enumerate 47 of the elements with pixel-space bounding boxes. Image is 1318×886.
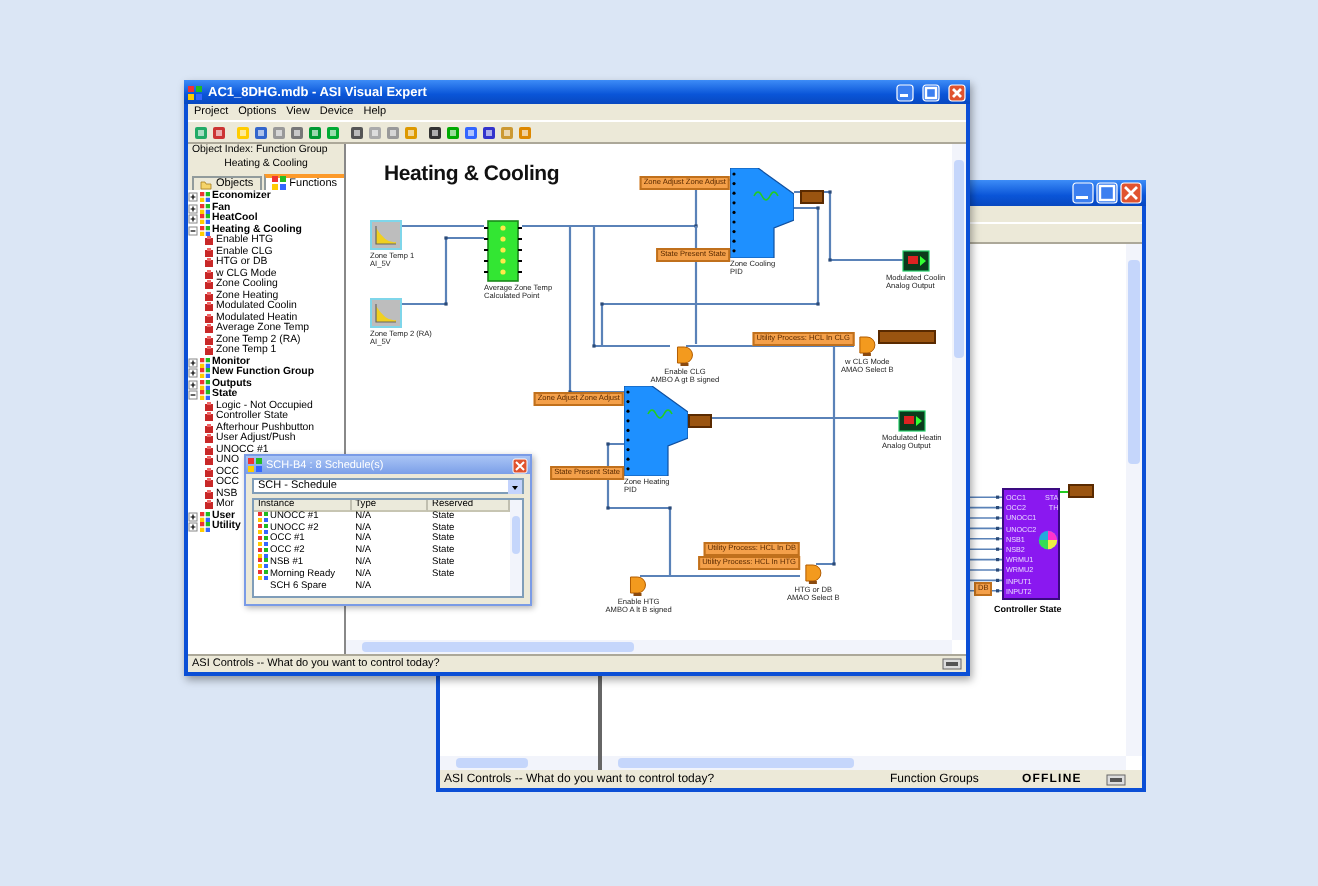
pie-icon	[1038, 530, 1059, 551]
scrollbar[interactable]	[346, 640, 952, 654]
wire	[402, 224, 484, 228]
output-marker	[800, 190, 824, 203]
scrollbar[interactable]	[510, 500, 522, 596]
app-icon	[248, 458, 262, 472]
app-icon	[188, 85, 202, 99]
logic-gate	[675, 346, 694, 366]
toggle-icon[interactable]	[188, 379, 198, 390]
scrollbar[interactable]	[440, 756, 598, 770]
sensor-block	[370, 298, 402, 328]
pid-block	[730, 168, 794, 258]
toggle-icon[interactable]	[188, 390, 198, 401]
calculation-block	[484, 220, 522, 282]
app-icon	[271, 176, 286, 191]
toggle-icon[interactable]	[188, 522, 198, 533]
toggle-icon[interactable]	[188, 368, 198, 379]
diagram-title: Heating & Cooling	[384, 162, 560, 186]
maximize-button[interactable]	[1096, 182, 1118, 204]
output-marker	[688, 414, 712, 427]
scrollbar[interactable]	[602, 756, 1126, 770]
minimize-button[interactable]	[1072, 182, 1094, 204]
scrollbar[interactable]	[1126, 244, 1142, 756]
toggle-icon[interactable]	[188, 225, 198, 236]
toggle-icon[interactable]	[188, 203, 198, 214]
logic-gate	[629, 576, 648, 596]
close-button[interactable]	[512, 457, 528, 473]
dropdown-arrow-icon[interactable]	[508, 479, 522, 493]
output-marker	[878, 330, 936, 343]
toggle-icon[interactable]	[188, 511, 198, 522]
toggle-icon[interactable]	[188, 214, 198, 225]
output-block	[902, 250, 930, 272]
status-icon	[942, 658, 962, 670]
output-block	[898, 410, 926, 432]
minimize-button[interactable]	[896, 83, 914, 101]
status-icon	[1106, 773, 1126, 785]
logic-gate	[804, 564, 823, 584]
close-button[interactable]	[948, 83, 966, 101]
toggle-icon[interactable]	[188, 357, 198, 368]
logic-gate	[858, 336, 877, 356]
maximize-button[interactable]	[922, 83, 940, 101]
pid-block	[624, 386, 688, 476]
scrollbar[interactable]	[952, 144, 966, 640]
output-marker	[1068, 484, 1094, 498]
toggle-icon[interactable]	[188, 192, 198, 203]
sensor-block	[370, 220, 402, 250]
close-button[interactable]	[1120, 182, 1142, 204]
